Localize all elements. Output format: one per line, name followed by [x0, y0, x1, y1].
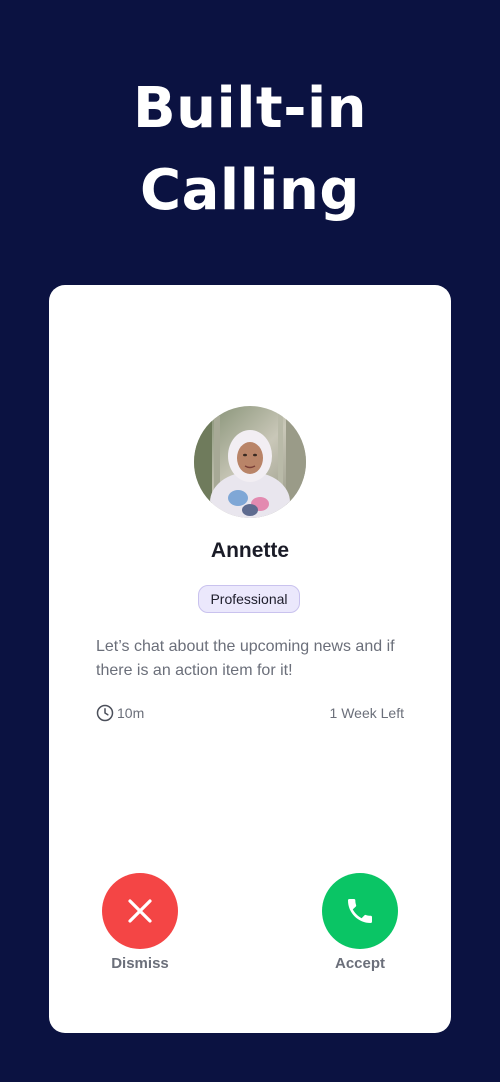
call-duration-text: 10m — [117, 705, 145, 721]
time-left-text: 1 Week Left — [329, 705, 404, 721]
dismiss-button[interactable] — [102, 873, 178, 949]
dismiss-action: Dismiss — [102, 873, 178, 972]
avatar-photo — [194, 406, 306, 518]
call-duration: 10m — [96, 703, 144, 723]
clock-icon — [96, 704, 114, 722]
close-icon — [128, 899, 152, 923]
headline-line-2: Calling — [140, 158, 360, 223]
avatar — [194, 406, 306, 518]
incoming-call-card: Annette Professional Let’s chat about th… — [49, 285, 451, 1033]
phone-icon — [348, 899, 372, 923]
caller-tag-badge: Professional — [198, 585, 300, 613]
call-message: Let’s chat about the upcoming news and i… — [96, 638, 395, 679]
headline: Built-in Calling — [0, 68, 500, 232]
accept-label: Accept — [334, 955, 386, 972]
headline-line-1: Built-in — [132, 76, 367, 141]
dismiss-label: Dismiss — [111, 955, 169, 972]
accept-button[interactable] — [322, 873, 398, 949]
accept-action: Accept — [322, 873, 398, 972]
caller-name: Annette — [210, 539, 290, 562]
call-meta: 10m 1 Week Left — [96, 703, 404, 723]
